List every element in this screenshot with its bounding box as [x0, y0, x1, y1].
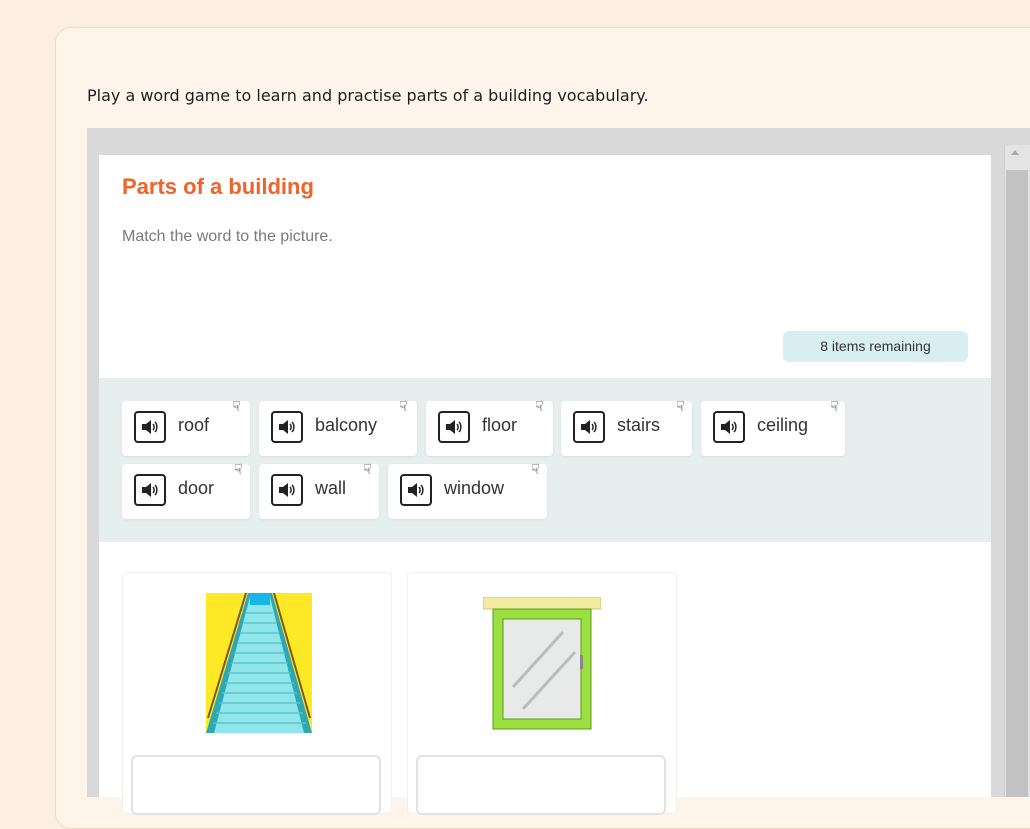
word-label: ceiling	[757, 415, 809, 435]
speaker-icon[interactable]	[713, 411, 745, 443]
items-remaining-badge: 8 items remaining	[783, 331, 968, 362]
word-chip-stairs[interactable]: stairs ☟	[561, 398, 692, 456]
word-label: balcony	[315, 415, 378, 435]
scroll-up-arrow[interactable]	[1011, 150, 1019, 155]
scrollbar-thumb[interactable]	[1006, 170, 1028, 797]
speaker-icon[interactable]	[134, 474, 166, 506]
drag-hand-icon: ☟	[232, 398, 241, 414]
speaker-icon[interactable]	[573, 411, 605, 443]
picture-tile-window	[407, 572, 677, 815]
speaker-icon[interactable]	[271, 411, 303, 443]
drag-hand-icon: ☟	[399, 398, 408, 414]
drag-hand-icon: ☟	[234, 461, 243, 477]
word-label: wall	[315, 478, 347, 498]
word-label: door	[178, 478, 215, 498]
drop-zone[interactable]	[131, 755, 381, 815]
word-chip-window[interactable]: window ☟	[388, 461, 547, 519]
window-picture	[483, 597, 601, 730]
drop-zone[interactable]	[416, 755, 666, 815]
speaker-icon[interactable]	[134, 411, 166, 443]
word-label: roof	[178, 415, 210, 435]
speaker-icon[interactable]	[400, 474, 432, 506]
word-chip-door[interactable]: door ☟	[122, 461, 250, 519]
word-chip-roof[interactable]: roof ☟	[122, 398, 250, 456]
drag-hand-icon: ☟	[363, 461, 372, 477]
word-label: window	[444, 478, 505, 498]
stairs-picture	[206, 593, 312, 733]
game-instruction: Match the word to the picture.	[122, 228, 333, 245]
game-title: Parts of a building	[122, 174, 314, 199]
word-chip-balcony[interactable]: balcony ☟	[259, 398, 417, 456]
intro-text: Play a word game to learn and practise p…	[87, 86, 649, 105]
word-chip-floor[interactable]: floor ☟	[426, 398, 553, 456]
speaker-icon[interactable]	[438, 411, 470, 443]
drag-hand-icon: ☟	[535, 398, 544, 414]
word-label: stairs	[617, 415, 661, 435]
drag-hand-icon: ☟	[531, 461, 540, 477]
drag-hand-icon: ☟	[676, 398, 685, 414]
word-label: floor	[482, 415, 518, 435]
word-chip-wall[interactable]: wall ☟	[259, 461, 379, 519]
drag-hand-icon: ☟	[830, 398, 839, 414]
word-chip-ceiling[interactable]: ceiling ☟	[701, 398, 845, 456]
speaker-icon[interactable]	[271, 474, 303, 506]
picture-tile-stairs	[122, 572, 392, 815]
